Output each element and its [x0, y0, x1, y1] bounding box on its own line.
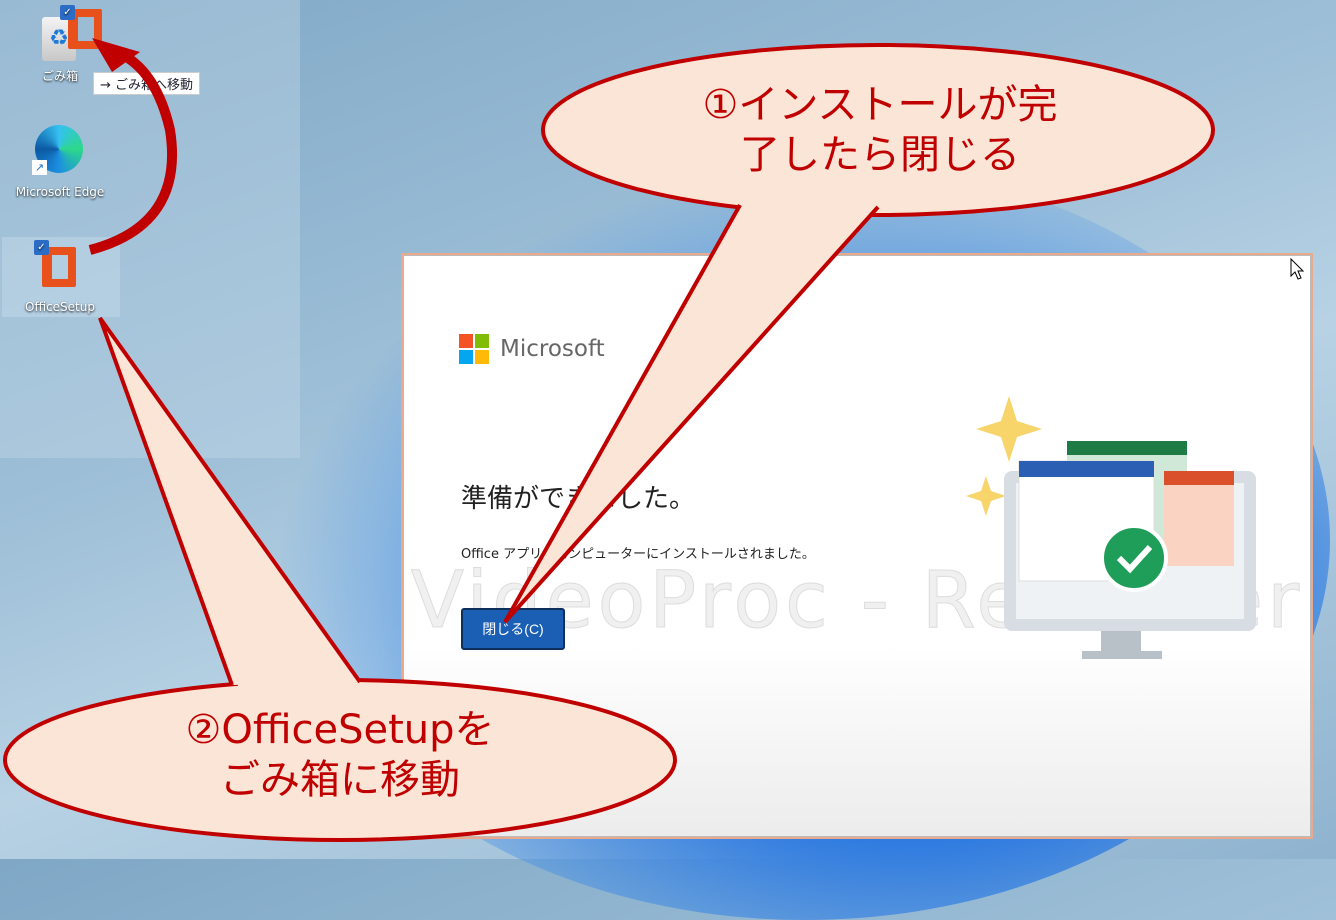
mouse-cursor-icon [1290, 258, 1305, 280]
callout-1-text: ①インストールが完 了したら閉じる [702, 82, 1058, 178]
callout-2-text: ②OfficeSetupを ごみ箱に移動 [185, 707, 495, 803]
curved-arrow [88, 45, 178, 255]
